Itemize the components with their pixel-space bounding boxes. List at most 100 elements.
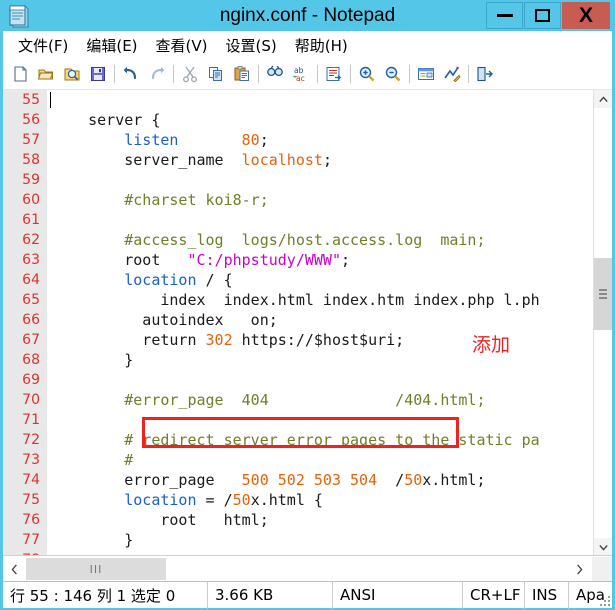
code-line[interactable]: error_page 500 502 503 504 /50x.html; (48, 470, 612, 490)
scrollbar-grip: III (89, 562, 103, 576)
code-line[interactable]: return 302 https://$host$uri; (48, 330, 612, 350)
code-token: #charset koi8-r; (52, 191, 269, 209)
exit-icon[interactable] (472, 61, 498, 87)
toolbar-separator (409, 65, 410, 83)
horizontal-scrollbar[interactable]: III (3, 555, 612, 581)
line-number: 59 (22, 172, 40, 188)
maximize-button[interactable] (524, 2, 561, 29)
status-eol[interactable]: CR+LF (463, 581, 525, 609)
scroll-left-button[interactable] (3, 557, 25, 581)
code-line[interactable]: } (48, 350, 612, 370)
menu-item-file[interactable]: 文件(F) (9, 32, 77, 59)
code-token: ; (341, 251, 351, 269)
redo-icon[interactable] (144, 61, 170, 87)
code-line[interactable]: # redirect server error pages to the sta… (48, 430, 612, 450)
status-insert-mode[interactable]: INS (525, 581, 569, 609)
code-line[interactable]: autoindex on; (48, 310, 612, 330)
code-line[interactable]: root html; (48, 510, 612, 530)
save-file-icon[interactable] (85, 61, 111, 87)
code-token: x.html; (422, 471, 486, 489)
line-number: 61 (22, 212, 40, 228)
code-line[interactable]: server { (48, 110, 612, 130)
line-number: 73 (22, 452, 40, 468)
line-number: 60 (22, 192, 40, 208)
scroll-right-button[interactable] (568, 557, 590, 581)
line-number: 64 (22, 272, 40, 288)
open-file-icon[interactable] (33, 61, 59, 87)
undo-icon[interactable] (118, 61, 144, 87)
code-line[interactable] (48, 170, 612, 190)
code-line[interactable]: location / { (48, 270, 612, 290)
code-token: server { (52, 111, 161, 129)
scroll-up-button[interactable] (594, 90, 612, 108)
code-line[interactable] (48, 410, 612, 430)
code-line[interactable]: #access_log logs/host.access.log main; (48, 230, 612, 250)
close-button[interactable]: X (562, 2, 610, 29)
copy-icon[interactable] (203, 61, 229, 87)
menu-item-settings[interactable]: 设置(S) (217, 32, 286, 59)
resize-grip[interactable] (598, 594, 610, 606)
maximize-icon (535, 9, 550, 22)
code-line[interactable]: index index.html index.htm index.php l.p… (48, 290, 612, 310)
find-icon[interactable] (262, 61, 288, 87)
line-number-gutter: 55 56 57 58 59 60 61 62 63 64 65 66 67 68 69 70 71 72 73 74… (3, 90, 47, 555)
code-line[interactable] (48, 370, 612, 390)
line-number: 71 (22, 412, 40, 428)
vertical-scrollbar[interactable] (593, 90, 612, 555)
code-token: 302 (205, 331, 233, 349)
code-token: index index.html index.htm index.php l.p… (52, 291, 540, 309)
line-number: 58 (22, 152, 40, 168)
line-number: 74 (22, 472, 40, 488)
word-wrap-icon[interactable] (413, 61, 439, 87)
code-token: # (52, 451, 134, 469)
menu-item-view[interactable]: 查看(V) (147, 32, 217, 59)
menu-bar: 文件(F) 编辑(E) 查看(V) 设置(S) 帮助(H) (3, 31, 612, 59)
code-line[interactable]: root "C:/phpstudy/WWW"; (48, 250, 612, 270)
code-line[interactable]: #charset koi8-r; (48, 190, 612, 210)
line-number: 57 (22, 132, 40, 148)
new-file-icon[interactable] (7, 61, 33, 87)
code-token: localhost (241, 151, 323, 169)
close-icon: X (578, 4, 593, 27)
minimize-button[interactable] (486, 2, 523, 29)
line-number: 67 (22, 332, 40, 348)
code-line[interactable]: listen 80; (48, 130, 612, 150)
toolbar-separator (258, 65, 259, 83)
zoom-in-icon[interactable] (354, 61, 380, 87)
menu-item-help[interactable]: 帮助(H) (286, 32, 357, 59)
text-editor[interactable]: 55 56 57 58 59 60 61 62 63 64 65 66 67 68 69 70 71 72 73 74… (3, 89, 612, 555)
replace-icon[interactable]: ab ac (288, 61, 314, 87)
horizontal-scrollbar-thumb[interactable]: III (26, 558, 166, 580)
block-indent-icon[interactable] (321, 61, 347, 87)
browse-file-icon[interactable] (59, 61, 85, 87)
code-line[interactable]: } (48, 530, 612, 550)
status-position: 行 55 : 146 列 1 选定 0 (3, 581, 208, 609)
code-line[interactable] (48, 90, 612, 110)
line-number: 72 (22, 432, 40, 448)
code-token: # redirect server error pages to the sta… (52, 431, 540, 449)
code-content[interactable]: server { listen 80; server_name localhos… (48, 90, 612, 555)
code-token: return (52, 331, 206, 349)
code-line[interactable]: location = /50x.html { (48, 490, 612, 510)
menu-item-edit[interactable]: 编辑(E) (77, 32, 146, 59)
scheme-icon[interactable] (439, 61, 465, 87)
status-encoding[interactable]: ANSI (333, 581, 463, 609)
toolbar-separator (173, 65, 174, 83)
line-number: 63 (22, 252, 40, 268)
paste-icon[interactable] (229, 61, 255, 87)
code-line[interactable]: #error_page 404 /404.html; (48, 390, 612, 410)
line-number: 69 (22, 372, 40, 388)
minimize-icon (496, 14, 513, 17)
code-token: ; (259, 131, 269, 149)
line-number: 62 (22, 232, 40, 248)
code-line[interactable] (48, 210, 612, 230)
zoom-out-icon[interactable] (380, 61, 406, 87)
code-token: 80 (241, 131, 260, 149)
code-line[interactable]: # (48, 450, 612, 470)
cut-icon[interactable] (177, 61, 203, 87)
scroll-down-button[interactable] (594, 538, 612, 555)
vertical-scrollbar-thumb[interactable] (594, 258, 612, 330)
code-line[interactable]: server_name localhost; (48, 150, 612, 170)
toolbar-separator (317, 65, 318, 83)
